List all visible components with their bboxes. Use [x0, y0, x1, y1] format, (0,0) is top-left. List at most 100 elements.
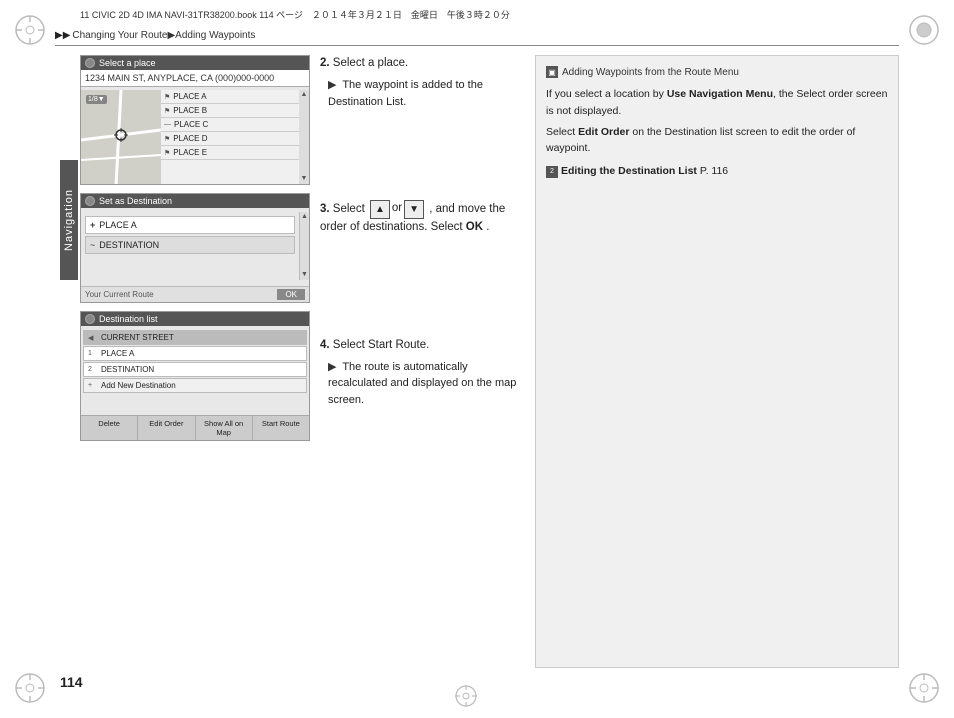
screen2-title: Set as Destination — [99, 196, 172, 206]
screen3-add-label: Add New Destination — [101, 381, 176, 390]
screen3-destination: 2 DESTINATION — [83, 362, 307, 377]
screen2-place-label: PLACE A — [99, 220, 137, 230]
screen2-ok-button[interactable]: OK — [277, 289, 305, 300]
scroll-up2-icon[interactable]: ▲ — [301, 212, 308, 222]
place-a-label: PLACE A — [173, 92, 206, 101]
note-title: ▣ Adding Waypoints from the Route Menu — [546, 66, 888, 78]
screen3-add-new: + Add New Destination — [83, 378, 307, 393]
screen1-titlebar: Select a place — [81, 56, 309, 70]
or-text: or — [392, 200, 402, 219]
note-body3-bold: Edit Order — [578, 126, 629, 138]
page-number: 114 — [60, 674, 83, 690]
corner-decoration-br — [904, 668, 944, 708]
screen2-icon — [85, 196, 95, 206]
screen2-scrollbar[interactable]: ▲ ▼ — [299, 212, 309, 280]
step3-text: 3. Select ▲ or ▼ , and move the order of… — [320, 200, 520, 236]
main-content: Select a place 1234 MAIN ST, ANYPLACE, C… — [80, 55, 899, 668]
screen2-current-route: Your Current Route — [85, 290, 154, 299]
note-icon: ▣ — [546, 66, 558, 78]
step4-number: 4. — [320, 339, 330, 351]
place-c-label: PLACE C — [174, 120, 208, 129]
down-button[interactable]: ▼ — [404, 200, 424, 219]
note-body3-pre: Select — [546, 126, 578, 138]
step3-number: 3. — [320, 203, 330, 215]
screen3-dest2-label: DESTINATION — [101, 365, 154, 374]
screen3-list: ◀ CURRENT STREET 1 PLACE A 2 DESTINATION… — [81, 326, 309, 414]
screen3-edit-order-button[interactable]: Edit Order — [138, 416, 195, 440]
step3-period: . — [486, 221, 489, 233]
list-item: ⚑ PLACE D — [161, 132, 309, 146]
screen3-delete-button[interactable]: Delete — [81, 416, 138, 440]
corner-decoration-tr — [904, 10, 944, 50]
right-column: ▣ Adding Waypoints from the Route Menu I… — [535, 55, 899, 668]
scroll-down-icon[interactable]: ▼ — [301, 174, 308, 184]
note-body1-pre: If you select a location by — [546, 88, 667, 100]
step4-main: Select Select Start Route.Start Route. — [333, 339, 430, 351]
breadcrumb-text: Changing Your Route▶Adding Waypoints — [72, 30, 255, 41]
instruction-step4: 4. Select Select Start Route.Start Route… — [320, 337, 520, 409]
screen2-place-a: + PLACE A — [85, 216, 295, 234]
screen1-scrollbar[interactable]: ▲ ▼ — [299, 90, 309, 184]
select-buttons: ▲ or ▼ — [370, 200, 424, 219]
step2-text: 2. Select a place. — [320, 55, 520, 72]
screen2-dest-label: DESTINATION — [99, 240, 159, 250]
screen3-title: Destination list — [99, 314, 158, 324]
scroll-up-icon[interactable]: ▲ — [301, 90, 308, 100]
screen3-titlebar: Destination list — [81, 312, 309, 326]
add-icon: + — [88, 382, 98, 389]
screen3-start-route-button[interactable]: Start Route — [253, 416, 309, 440]
screen3-place-a: 1 PLACE A — [83, 346, 307, 361]
breadcrumb-arrows: ▶▶ — [55, 30, 70, 41]
arrow4-icon: ▶ — [328, 359, 336, 376]
screen3-current-street: ◀ CURRENT STREET — [83, 330, 307, 345]
num1-label: 1 — [88, 350, 98, 357]
screen1-address: 1234 MAIN ST, ANYPLACE, CA (000)000-0000 — [81, 70, 309, 87]
place-b-label: PLACE B — [173, 106, 207, 115]
link-icon: 2 — [546, 166, 558, 178]
screen3-show-all-button[interactable]: Show All on Map — [196, 416, 253, 440]
screen1-icon — [85, 58, 95, 68]
list-item: ⚑ PLACE A — [161, 90, 309, 104]
corner-decoration-bl — [10, 668, 50, 708]
navigation-sidebar: Navigation — [60, 160, 78, 280]
step2-sub: ▶ The waypoint is added to the Destinati… — [320, 77, 520, 110]
arrow2-icon: ▶ — [328, 77, 336, 94]
map-indicator: 1/8▼ — [86, 95, 107, 104]
screen3-bottom-bar[interactable]: Delete Edit Order Show All on Map Start … — [81, 415, 309, 440]
crosshair-bottom-center — [450, 680, 482, 712]
screen2-destination: ~ DESTINATION — [85, 236, 295, 254]
scroll-down2-icon[interactable]: ▼ — [301, 270, 308, 280]
step4-text: 4. Select Select Start Route.Start Route… — [320, 337, 520, 354]
plus-icon: + — [90, 220, 95, 230]
note-body1-bold: Use Navigation Menu — [667, 88, 773, 100]
screen3-placea-label: PLACE A — [101, 349, 134, 358]
print-info: 11 CIVIC 2D 4D IMA NAVI-31TR38200.book 1… — [80, 8, 874, 21]
screen2-titlebar: Set as Destination — [81, 194, 309, 208]
current-num-icon: ◀ — [88, 334, 98, 342]
note-link-bold: Editing the Destination List — [561, 163, 697, 180]
route-icon: ~ — [90, 240, 95, 250]
screen3-icon — [85, 314, 95, 324]
screen1-mockup: Select a place 1234 MAIN ST, ANYPLACE, C… — [80, 55, 310, 185]
instruction-step3: 3. Select ▲ or ▼ , and move the order of… — [320, 200, 520, 236]
screen2-mockup: Set as Destination ▲ ▼ + PLACE A ~ DESTI… — [80, 193, 310, 303]
place-d-label: PLACE D — [173, 134, 207, 143]
note-link-page: P. 116 — [700, 163, 728, 180]
step3-pre: Select — [333, 203, 368, 215]
screen1-title: Select a place — [99, 58, 156, 68]
step2-main: Select a place. — [333, 57, 408, 69]
note-body: If you select a location by Use Navigati… — [546, 86, 888, 180]
step3-ok-bold: OK — [466, 221, 483, 233]
note-box: ▣ Adding Waypoints from the Route Menu I… — [535, 55, 899, 668]
note-link: 2 Editing the Destination List P. 116 — [546, 163, 888, 180]
step4-sub: ▶ The route is automatically recalculate… — [320, 359, 520, 409]
screen2-list: + PLACE A ~ DESTINATION — [81, 208, 299, 260]
list-item: ⚑ PLACE B — [161, 104, 309, 118]
up-button[interactable]: ▲ — [370, 200, 390, 219]
num2-label: 2 — [88, 366, 98, 373]
instruction-step2: 2. Select a place. ▶ The waypoint is add… — [320, 55, 520, 110]
left-column: Select a place 1234 MAIN ST, ANYPLACE, C… — [80, 55, 310, 449]
screen2-bottom-bar: Your Current Route OK — [81, 286, 309, 302]
screen1-list: ⚑ PLACE A ⚑ PLACE B — PLACE C ⚑ PLACE D … — [161, 90, 309, 184]
middle-column: 2. Select a place. ▶ The waypoint is add… — [320, 55, 520, 426]
